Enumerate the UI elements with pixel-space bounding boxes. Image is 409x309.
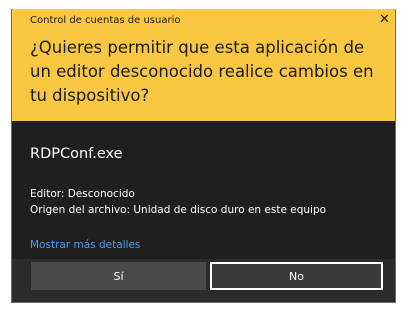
permission-question: ¿Quieres permitir que esta aplicación de… <box>30 38 374 105</box>
warning-header: Control de cuentas de usuario ✕ ¿Quieres… <box>12 9 395 121</box>
file-origin-label: Origen del archivo: Unidad de disco duro… <box>30 204 327 216</box>
window-title: Control de cuentas de usuario <box>30 15 181 26</box>
close-icon[interactable]: ✕ <box>379 12 390 27</box>
no-button[interactable]: No <box>210 262 383 290</box>
app-name: RDPConf.exe <box>30 146 123 162</box>
yes-button[interactable]: Sí <box>31 262 206 290</box>
show-details-link[interactable]: Mostrar más detalles <box>30 239 140 251</box>
uac-dialog: Control de cuentas de usuario ✕ ¿Quieres… <box>11 9 396 303</box>
publisher-label: Editor: Desconocido <box>30 188 135 200</box>
